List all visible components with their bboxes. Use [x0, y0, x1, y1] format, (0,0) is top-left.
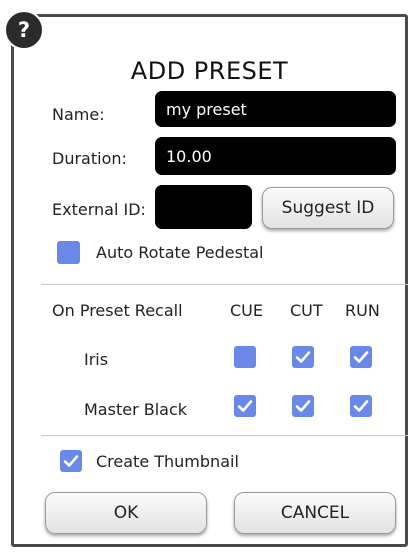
create-thumbnail-checkbox[interactable]: [60, 450, 82, 472]
name-input[interactable]: my preset: [155, 91, 396, 127]
checkmark-icon: [295, 351, 311, 363]
iris-run-checkbox[interactable]: [350, 346, 372, 368]
dialog-title: ADD PRESET: [130, 57, 289, 85]
checkmark-icon: [237, 400, 253, 412]
master-black-run-checkbox[interactable]: [350, 395, 372, 417]
divider-bottom: [41, 435, 408, 436]
duration-input-value: 10.00: [166, 146, 212, 166]
help-icon[interactable]: ?: [4, 10, 44, 50]
checkmark-icon: [353, 351, 369, 363]
checkmark-icon: [63, 455, 79, 467]
master-black-row-label: Master Black: [84, 400, 188, 419]
cancel-button[interactable]: CANCEL: [234, 492, 396, 534]
master-black-cut-checkbox[interactable]: [292, 395, 314, 417]
iris-row-label: Iris: [84, 350, 109, 369]
name-label: Name:: [52, 105, 105, 124]
name-input-value: my preset: [166, 99, 247, 119]
duration-label: Duration:: [52, 149, 127, 168]
checkmark-icon: [353, 400, 369, 412]
duration-input[interactable]: 10.00: [155, 137, 396, 175]
auto-rotate-checkbox[interactable]: [57, 241, 80, 264]
iris-cue-checkbox[interactable]: [234, 346, 256, 368]
add-preset-dialog: ADD PRESET Name: my preset Duration: 10.…: [11, 14, 408, 547]
ok-button[interactable]: OK: [45, 492, 207, 534]
iris-cut-checkbox[interactable]: [292, 346, 314, 368]
master-black-cue-checkbox[interactable]: [234, 395, 256, 417]
checkmark-icon: [295, 400, 311, 412]
create-thumbnail-label: Create Thumbnail: [96, 452, 239, 471]
column-header-cue: CUE: [230, 301, 263, 320]
auto-rotate-label: Auto Rotate Pedestal: [96, 243, 264, 262]
stage: ? ADD PRESET Name: my preset Duration: 1…: [0, 0, 414, 553]
column-header-run: RUN: [345, 301, 380, 320]
divider-top: [41, 284, 408, 285]
external-id-label: External ID:: [52, 200, 146, 219]
suggest-id-button[interactable]: Suggest ID: [262, 187, 394, 229]
external-id-input[interactable]: [155, 185, 252, 229]
column-header-cut: CUT: [290, 301, 323, 320]
on-preset-recall-label: On Preset Recall: [52, 301, 183, 320]
